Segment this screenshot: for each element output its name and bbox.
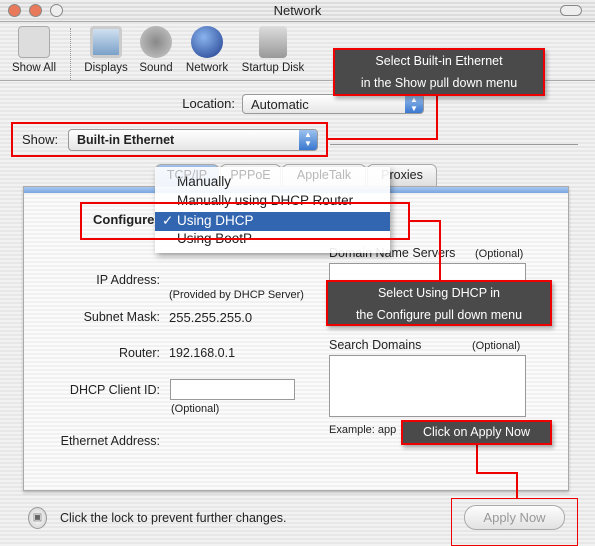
ip-address-note: (Provided by DHCP Server) xyxy=(169,289,304,301)
apply-highlight-box xyxy=(451,498,578,546)
toolbar-label: Displays xyxy=(84,62,128,74)
ip-address-label: IP Address: xyxy=(96,273,160,287)
location-value: Automatic xyxy=(251,97,309,112)
toolbar-label: Startup Disk xyxy=(241,62,305,74)
callout-show: Select Built-in Ethernet in the Show pull… xyxy=(333,48,545,96)
router-value: 192.168.0.1 xyxy=(169,346,236,360)
connector-line xyxy=(476,444,478,474)
show-divider xyxy=(330,144,578,145)
show-highlight-box xyxy=(11,122,328,157)
callout-apply: Click on Apply Now xyxy=(401,420,552,445)
callout-text: the Configure pull down menu xyxy=(355,308,523,322)
callout-text: Select Built-in Ethernet xyxy=(375,54,503,68)
toolbar-label: Show All xyxy=(11,62,57,74)
toolbar-startup-disk[interactable]: Startup Disk xyxy=(238,26,308,74)
disk-icon xyxy=(259,26,287,58)
connector-line xyxy=(436,96,438,140)
apple-prefs-icon xyxy=(18,26,50,58)
callout-configure: Select Using DHCP in the Configure pull d… xyxy=(326,280,552,326)
search-domains-input[interactable] xyxy=(329,355,526,417)
subnet-mask-label: Subnet Mask: xyxy=(83,310,160,324)
dhcp-client-id-input[interactable] xyxy=(170,379,295,400)
search-example: Example: app xyxy=(329,424,397,436)
connector-line xyxy=(516,472,518,498)
configure-highlight-box xyxy=(80,202,410,240)
toolbar-label: Network xyxy=(185,62,229,74)
subnet-mask-value: 255.255.255.0 xyxy=(169,310,253,325)
speaker-icon xyxy=(140,26,172,58)
dns-optional: (Optional) xyxy=(475,248,524,260)
connector-line xyxy=(439,220,441,280)
menu-item-manually[interactable]: Manually xyxy=(177,174,231,189)
display-icon xyxy=(90,26,122,58)
toolbar-network[interactable]: Network xyxy=(182,26,232,74)
callout-text: in the Show pull down menu xyxy=(360,76,518,90)
location-label: Location: xyxy=(182,96,235,111)
toolbar-toggle-button[interactable] xyxy=(560,5,582,16)
ethernet-address-label: Ethernet Address: xyxy=(60,434,160,448)
search-domains-optional: (Optional) xyxy=(472,340,521,352)
lock-text: Click the lock to prevent further change… xyxy=(60,511,287,525)
dhcp-client-id-note: (Optional) xyxy=(171,403,220,415)
connector-line xyxy=(410,220,440,222)
globe-icon xyxy=(191,26,223,58)
callout-text: Select Using DHCP in xyxy=(377,286,501,300)
dhcp-client-id-label: DHCP Client ID: xyxy=(69,383,160,397)
lock-icon[interactable]: ▣ xyxy=(28,507,47,529)
toolbar-separator xyxy=(70,28,71,80)
window-title: Network xyxy=(273,3,322,18)
search-domains-label: Search Domains xyxy=(329,338,422,352)
connector-line xyxy=(328,138,438,140)
toolbar-label: Sound xyxy=(139,62,173,74)
connector-line xyxy=(476,472,518,474)
location-popup[interactable]: Automatic ▲ ▼ xyxy=(242,94,424,114)
router-label: Router: xyxy=(119,346,160,360)
stepper-arrows-icon: ▲ ▼ xyxy=(405,95,423,113)
toolbar-displays[interactable]: Displays xyxy=(80,26,132,74)
toolbar-sound[interactable]: Sound xyxy=(136,26,176,74)
toolbar-show-all[interactable]: Show All xyxy=(8,26,60,74)
